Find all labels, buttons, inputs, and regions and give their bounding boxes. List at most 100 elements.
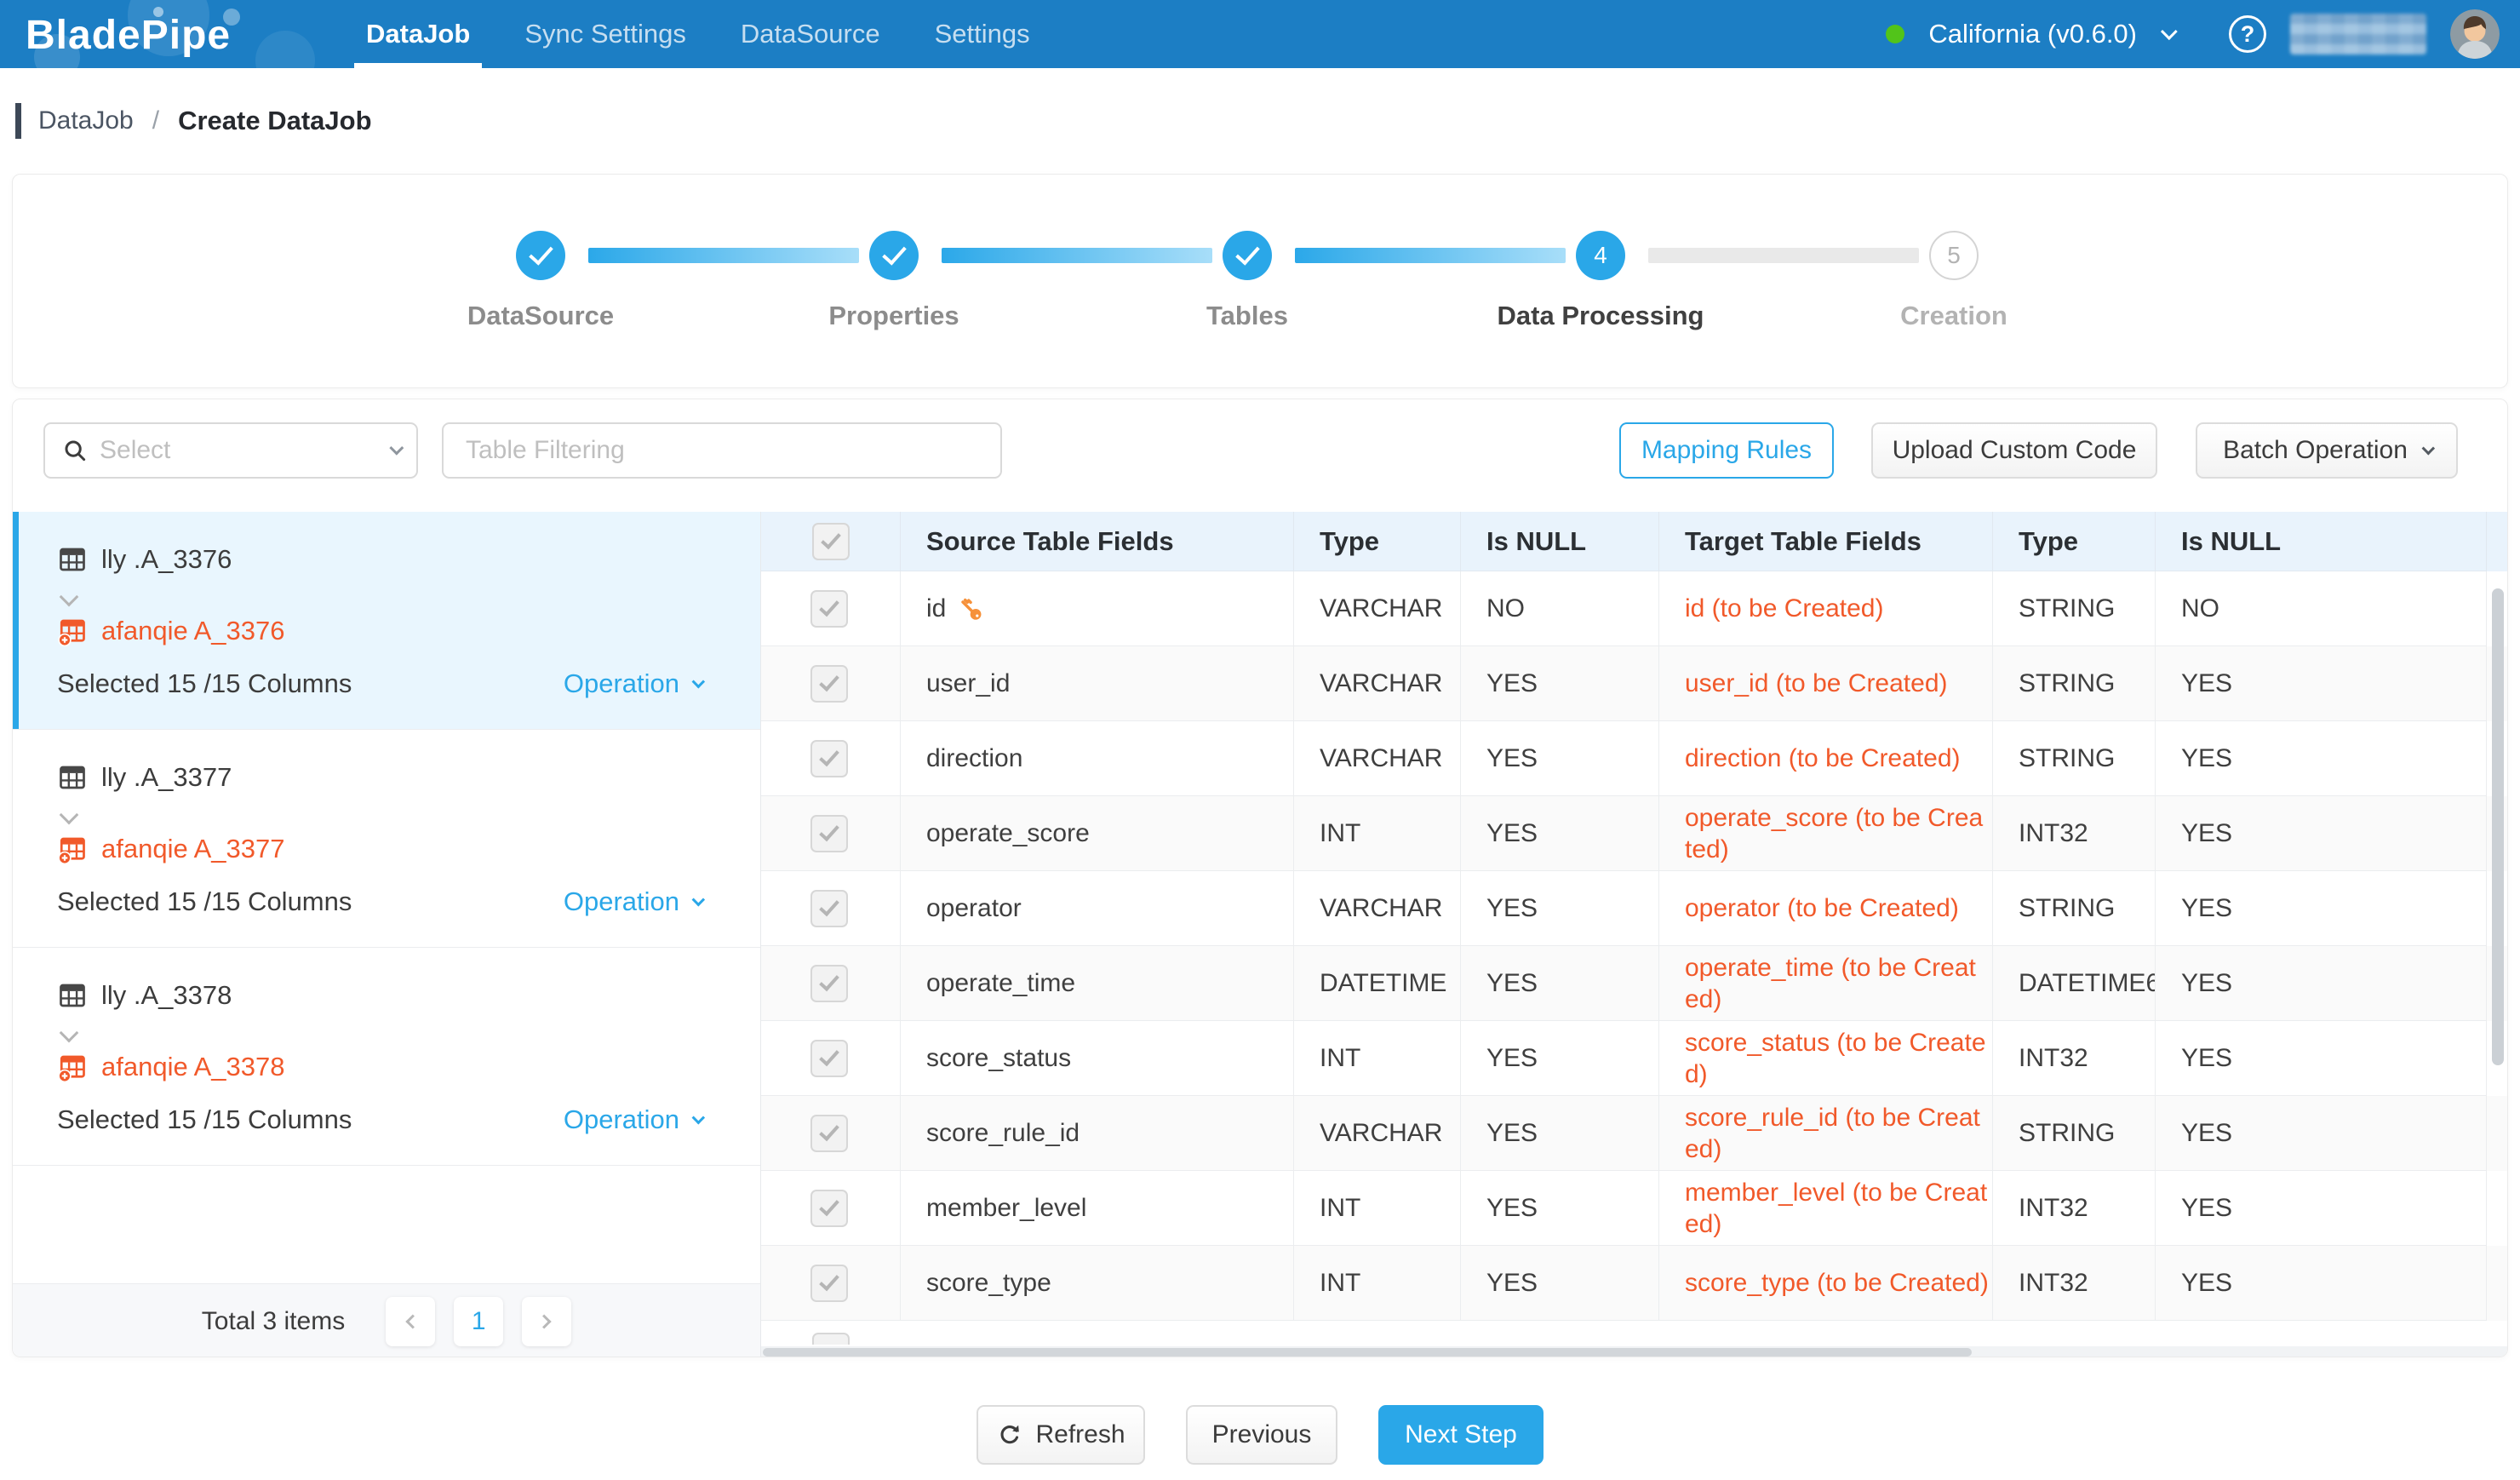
table-list-item[interactable]: lly .A_3377 afanqie A_3377 xyxy=(13,730,760,948)
chevron-down-icon xyxy=(692,674,706,688)
cell-source-isnull: YES xyxy=(1461,871,1659,946)
cell-target-type: STRING xyxy=(1993,721,2156,796)
check-icon xyxy=(819,1271,839,1291)
table-list-item[interactable]: lly .A_3378 afanqie A_3378 xyxy=(13,948,760,1166)
table-list-item[interactable]: lly .A_3376 afanqie A_3376 xyxy=(13,512,760,730)
operation-dropdown[interactable]: Operation xyxy=(564,1104,701,1135)
check-icon xyxy=(819,671,839,691)
row-checkbox[interactable] xyxy=(810,965,848,1002)
nav-right-cluster: California (v0.6.0) ? xyxy=(1886,0,2500,68)
table-row: operate_score INT YES operate_score (to … xyxy=(761,796,2507,871)
operation-dropdown[interactable]: Operation xyxy=(564,668,701,699)
chevron-down-icon[interactable] xyxy=(2161,23,2178,40)
cell-target-type: STRING xyxy=(1993,571,2156,646)
row-checkbox[interactable] xyxy=(810,665,848,703)
cell-source-isnull: YES xyxy=(1461,646,1659,721)
row-checkbox[interactable] xyxy=(810,740,848,777)
table-icon xyxy=(57,544,88,575)
target-table-add-icon xyxy=(57,616,88,646)
next-step-button[interactable]: Next Step xyxy=(1378,1405,1544,1465)
total-items-label: Total 3 items xyxy=(202,1307,345,1336)
region-version-label[interactable]: California (v0.6.0) xyxy=(1928,19,2137,49)
cell-target-field: user_id (to be Created) xyxy=(1659,646,1993,721)
row-checkbox[interactable] xyxy=(810,1265,848,1302)
mapping-rules-label: Mapping Rules xyxy=(1641,436,1812,465)
upload-custom-code-button[interactable]: Upload Custom Code xyxy=(1871,422,2157,479)
nav-item-label: DataJob xyxy=(366,19,470,49)
operation-dropdown[interactable]: Operation xyxy=(564,886,701,917)
step-connector xyxy=(942,248,1212,263)
target-table-line: afanqie A_3376 xyxy=(57,612,701,650)
row-checkbox[interactable] xyxy=(810,1190,848,1227)
nav-item-datajob[interactable]: DataJob xyxy=(339,0,497,68)
row-checkbox[interactable] xyxy=(810,815,848,852)
row-checkbox[interactable] xyxy=(810,1115,848,1152)
chevron-down-icon xyxy=(692,1110,706,1124)
source-table-line: lly .A_3376 xyxy=(57,541,701,578)
target-table-line: afanqie A_3377 xyxy=(57,830,701,868)
row-checkbox[interactable] xyxy=(812,1333,850,1345)
previous-label: Previous xyxy=(1212,1420,1312,1449)
nav-item-datasource[interactable]: DataSource xyxy=(713,0,908,68)
next-page-button[interactable] xyxy=(522,1297,571,1346)
target-table-add-icon xyxy=(57,1052,88,1082)
cell-checkbox xyxy=(761,646,901,721)
row-checkbox[interactable] xyxy=(810,1040,848,1077)
nav-item-sync-settings[interactable]: Sync Settings xyxy=(497,0,713,68)
table-filtering-input[interactable] xyxy=(442,422,1002,479)
header-source-fields: Source Table Fields xyxy=(901,512,1294,571)
cell-checkbox xyxy=(761,871,901,946)
refresh-button[interactable]: Refresh xyxy=(976,1405,1145,1465)
previous-page-button[interactable] xyxy=(386,1297,435,1346)
select-all-checkbox[interactable] xyxy=(812,523,850,560)
check-icon xyxy=(819,896,839,916)
avatar[interactable] xyxy=(2450,9,2500,59)
chevron-down-icon[interactable] xyxy=(60,1024,79,1043)
table-row: score_type INT YES score_type (to be Cre… xyxy=(761,1246,2507,1321)
row-checkbox[interactable] xyxy=(810,590,848,628)
table-row: score_status INT YES score_status (to be… xyxy=(761,1021,2507,1096)
step-circle-data-processing: 4 xyxy=(1576,231,1625,280)
mapping-rules-button[interactable]: Mapping Rules xyxy=(1619,422,1834,479)
cell-target-type: STRING xyxy=(1993,871,2156,946)
cell-source-field: id xyxy=(901,571,1294,646)
nav-item-label: Settings xyxy=(935,19,1030,49)
brand-logo[interactable]: BladePipe xyxy=(0,0,315,68)
cell-checkbox xyxy=(761,1096,901,1171)
header-target-type: Type xyxy=(1993,512,2156,571)
cell-target-type: STRING xyxy=(1993,1096,2156,1171)
check-icon xyxy=(819,1046,839,1066)
cell-source-type: INT xyxy=(1294,1021,1461,1096)
avatar-illustration xyxy=(2450,9,2500,59)
chevron-down-icon[interactable] xyxy=(60,806,79,825)
chevron-down-icon xyxy=(389,441,404,456)
cell-source-isnull: YES xyxy=(1461,946,1659,1021)
step-label-creation: Creation xyxy=(1818,301,2090,331)
table-toolbar: Select Mapping Rules Upload Custom Code … xyxy=(13,399,2507,512)
horizontal-scrollbar-thumb[interactable] xyxy=(763,1348,1972,1357)
table-icon xyxy=(57,762,88,793)
cell-target-isnull: YES xyxy=(2156,946,2487,1021)
source-table-line: lly .A_3377 xyxy=(57,759,701,796)
cell-target-field: operate_score (to be Created) xyxy=(1659,796,1993,871)
row-checkbox[interactable] xyxy=(810,890,848,927)
cell-target-field: score_status (to be Created) xyxy=(1659,1021,1993,1096)
nav-item-settings[interactable]: Settings xyxy=(908,0,1057,68)
page-title: Create DataJob xyxy=(178,106,371,136)
source-table-line: lly .A_3378 xyxy=(57,977,701,1014)
batch-operation-button[interactable]: Batch Operation xyxy=(2196,422,2458,479)
step-connector xyxy=(588,248,859,263)
breadcrumb-parent[interactable]: DataJob xyxy=(38,106,134,135)
cell-source-isnull: YES xyxy=(1461,1021,1659,1096)
help-icon[interactable]: ? xyxy=(2229,15,2266,53)
previous-button[interactable]: Previous xyxy=(1186,1405,1337,1465)
vertical-scrollbar-thumb[interactable] xyxy=(2492,588,2504,1065)
table-row-clipped xyxy=(761,1321,2507,1345)
upload-custom-code-label: Upload Custom Code xyxy=(1893,436,2137,465)
step-connector xyxy=(1295,248,1566,263)
step-circle-creation: 5 xyxy=(1929,231,1979,280)
page-number-button[interactable]: 1 xyxy=(454,1297,503,1346)
select-dropdown[interactable]: Select xyxy=(43,422,418,479)
chevron-down-icon[interactable] xyxy=(60,588,79,607)
cell-source-isnull: YES xyxy=(1461,796,1659,871)
